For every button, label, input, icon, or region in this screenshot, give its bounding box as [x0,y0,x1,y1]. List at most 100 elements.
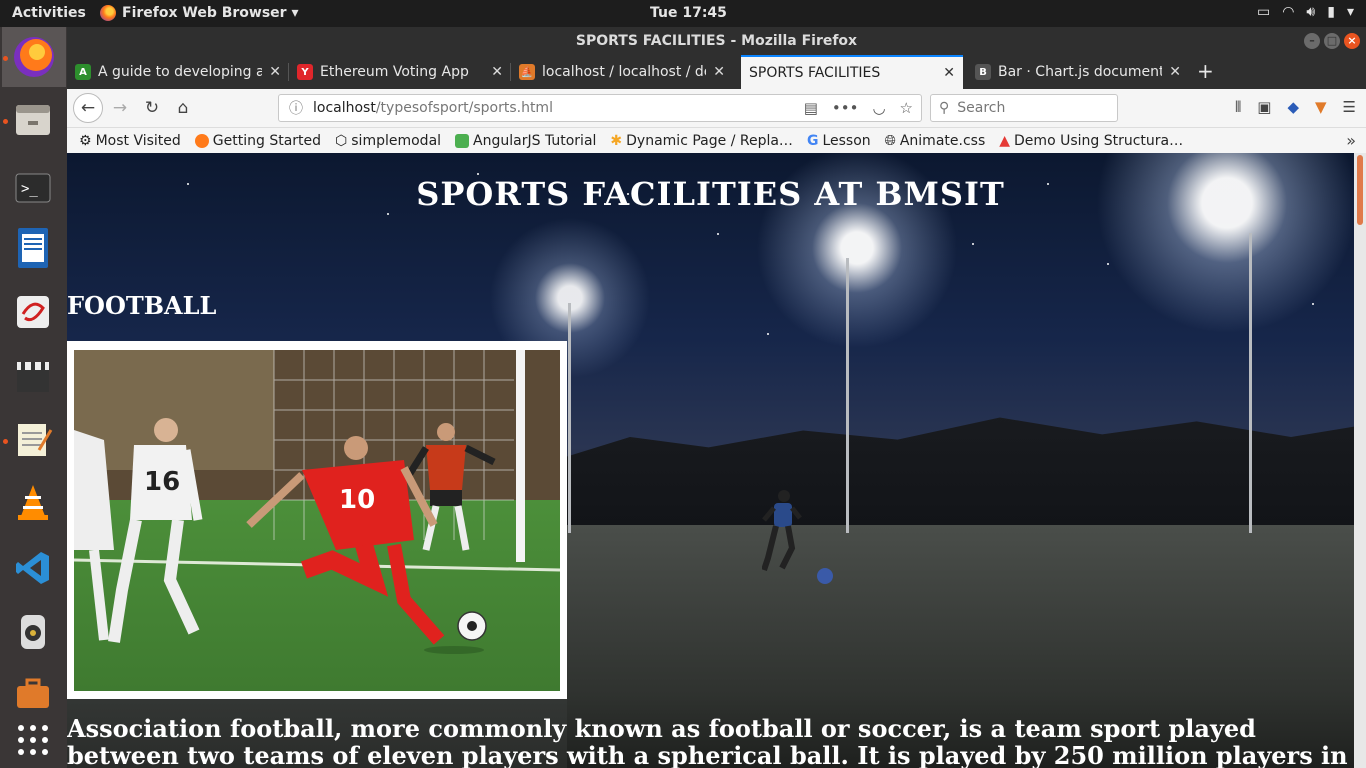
chevron-down-icon[interactable]: ▾ [1347,4,1354,20]
minimize-button[interactable]: – [1304,33,1320,49]
vlc-icon [18,485,48,520]
library-icon[interactable]: ⫴ [1235,98,1241,116]
close-tab-icon[interactable]: ✕ [1169,64,1181,80]
activities-button[interactable]: Activities [12,5,86,21]
app-menu-label: Firefox Web Browser ▾ [122,5,299,21]
firefox-window: SPORTS FACILITIES - Mozilla Firefox – □ … [67,27,1366,768]
url-bar[interactable]: ⓘ localhost/typesofsport/sports.html ▤ •… [278,94,922,122]
reader-view-icon[interactable]: ▤ [804,99,818,117]
navigation-toolbar: ← → ↻ ⌂ ⓘ localhost/typesofsport/sports.… [67,89,1366,128]
tab-phpmyadmin[interactable]: ⛵ localhost / localhost / de ✕ [511,55,733,89]
tab-label: localhost / localhost / de [542,64,707,80]
tab-sports-facilities[interactable]: SPORTS FACILITIES ✕ [741,55,963,89]
volume-icon[interactable]: 🔊︎ [1306,4,1315,20]
dock: >_ [0,27,67,768]
dock-software-center[interactable] [10,669,56,715]
briefcase-icon [17,678,49,708]
tab-chartjs-bar[interactable]: B Bar · Chart.js documenta ✕ [967,55,1189,89]
bookmark-demo-structural[interactable]: ▲ Demo Using Structura… [999,133,1183,149]
document-viewer-icon [17,296,49,328]
dock-speaker-app[interactable] [10,609,56,655]
close-tab-icon[interactable]: ✕ [269,64,281,80]
dock-firefox[interactable] [2,27,66,87]
page-title: SPORTS FACILITIES AT BMSIT [416,175,1005,213]
window-titlebar[interactable]: SPORTS FACILITIES - Mozilla Firefox – □ … [67,27,1366,55]
maximize-button[interactable]: □ [1324,33,1340,49]
info-icon[interactable]: ⓘ [289,98,303,118]
bookmark-label: Dynamic Page / Repla… [626,133,793,149]
page-content: SPORTS FACILITIES AT BMSIT FOOTBALL 16 1… [67,153,1354,768]
dock-vscode[interactable] [10,545,56,591]
tab-favicon: B [975,64,991,80]
window-title: SPORTS FACILITIES - Mozilla Firefox [575,33,858,49]
pocket-icon[interactable]: ◡ [872,99,885,117]
hamburger-menu-icon[interactable]: ☰ [1343,98,1356,116]
bookmarks-overflow-icon[interactable]: » [1346,131,1356,150]
battery-icon[interactable]: ▮ [1327,4,1335,20]
bookmark-animate-css[interactable]: 🌐︎ Animate.css [885,133,986,149]
bookmark-star-icon[interactable]: ☆ [900,99,913,117]
scrollbar-thumb[interactable] [1357,155,1363,225]
page-actions-icon[interactable]: ••• [832,99,859,117]
notepad-icon [18,424,53,456]
dock-document-viewer[interactable] [10,289,56,335]
app-menu[interactable]: Firefox Web Browser ▾ [100,5,298,21]
sidebar-icon[interactable]: ▣ [1257,98,1271,116]
display-icon[interactable]: ▭ [1257,4,1270,20]
close-tab-icon[interactable]: ✕ [943,65,955,81]
triangle-logo-icon: ▲ [999,133,1011,149]
search-input[interactable]: ⚲ Search [930,94,1118,122]
wifi-icon[interactable]: ◠ [1282,4,1294,20]
new-tab-button[interactable]: + [1197,59,1214,83]
close-tab-icon[interactable]: ✕ [491,64,503,80]
background-ball [817,568,833,584]
dock-show-applications[interactable] [10,717,56,763]
bookmark-dynamic-page[interactable]: ✱ Dynamic Page / Repla… [610,133,793,149]
back-button[interactable]: ← [73,93,103,123]
background-trees [567,417,1354,528]
dock-video-editor[interactable] [10,353,56,399]
bookmark-label: Most Visited [95,133,181,149]
writer-icon [18,228,48,268]
close-tab-icon[interactable]: ✕ [713,64,725,80]
tab-guide[interactable]: A A guide to developing an ✕ [67,55,289,89]
search-placeholder: Search [957,100,1006,116]
bookmark-angularjs-tutorial[interactable]: AngularJS Tutorial [455,133,596,149]
forward-button[interactable]: → [107,95,133,121]
globe-icon: 🌐︎ [884,133,896,149]
bookmark-label: Lesson [822,133,871,149]
reload-button[interactable]: ↻ [139,95,165,121]
extension-shield-icon[interactable]: ◆ [1287,98,1299,116]
page-scrollbar[interactable] [1354,153,1366,768]
bookmark-lesson[interactable]: G Lesson [807,133,871,149]
dock-text-editor[interactable] [10,417,56,463]
system-top-bar: Activities Firefox Web Browser ▾ Tue 17:… [0,0,1366,27]
tab-favicon: ⛵ [519,64,535,80]
tab-strip: A A guide to developing an ✕ Y Ethereum … [67,55,1366,89]
clapperboard-icon [17,362,49,392]
jersey-number-10: 10 [339,485,375,515]
metamask-fox-icon[interactable]: ▼ [1315,98,1327,116]
clock[interactable]: Tue 17:45 [650,5,727,21]
football-photo: 16 10 [67,341,567,699]
tab-ethereum-voting[interactable]: Y Ethereum Voting App ✕ [289,55,511,89]
close-window-button[interactable]: × [1344,33,1360,49]
bookmark-simplemodal[interactable]: ⬡ simplemodal [335,133,441,149]
dock-vlc[interactable] [10,479,56,525]
dock-files[interactable] [10,96,56,142]
bookmark-label: simplemodal [351,133,442,149]
bookmark-most-visited[interactable]: ⚙ Most Visited [79,133,181,149]
bookmarks-toolbar: ⚙ Most Visited Getting Started ⬡ simplemod… [67,128,1366,154]
tab-label: A guide to developing an [98,64,263,80]
system-tray[interactable]: ▭ ◠ 🔊︎ ▮ ▾ [1257,4,1354,20]
tab-favicon: Y [297,64,313,80]
bookmark-label: AngularJS Tutorial [473,133,597,149]
background-player [762,490,802,571]
bookmark-getting-started[interactable]: Getting Started [194,133,321,149]
home-button[interactable]: ⌂ [170,95,196,121]
dock-writer[interactable] [10,225,56,271]
search-icon: ⚲ [939,100,950,116]
football-match-image: 16 10 [74,350,560,691]
url-path: /typesofsport/sports.html [375,100,553,116]
dock-terminal[interactable]: >_ [10,165,56,211]
